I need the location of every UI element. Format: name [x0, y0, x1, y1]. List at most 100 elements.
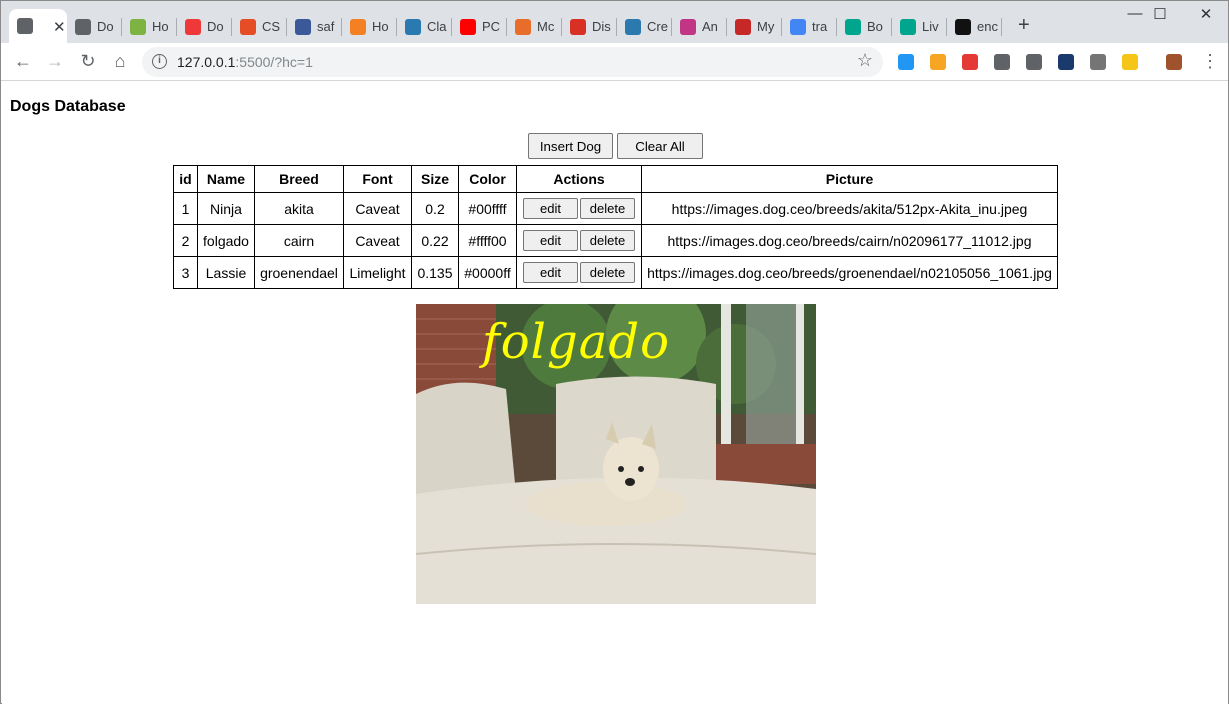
- browser-tab[interactable]: tra: [782, 10, 837, 43]
- extension-icon[interactable]: [1058, 54, 1074, 70]
- browser-tab[interactable]: Liv: [892, 10, 947, 43]
- browser-tab[interactable]: Cre: [617, 10, 672, 43]
- home-icon[interactable]: ⌂: [109, 51, 131, 72]
- extension-icon[interactable]: [1090, 54, 1106, 70]
- bookmark-star-icon[interactable]: ☆: [857, 50, 873, 71]
- browser-tab[interactable]: Ho: [122, 10, 177, 43]
- close-window-button[interactable]: ✕: [1186, 5, 1226, 23]
- browser-tab[interactable]: Do: [177, 10, 232, 43]
- cell-color: #0000ff: [458, 256, 517, 289]
- column-header-id: id: [173, 165, 198, 193]
- delete-button[interactable]: delete: [580, 198, 635, 219]
- cell-id: 2: [173, 224, 198, 257]
- vivaldi-icon: [185, 18, 201, 35]
- page-content: Dogs Database Insert Dog Clear All id Na…: [2, 82, 1228, 704]
- cell-id: 3: [173, 256, 198, 289]
- globe-icon: [17, 18, 33, 34]
- classroom-icon: [625, 18, 641, 35]
- cell-breed: cairn: [254, 224, 344, 257]
- facebook-icon: [295, 18, 311, 35]
- browser-toolbar: ← → ↻ ⌂ i 127.0.0.1:5500/?hc=1 ☆ ⋮: [1, 43, 1228, 81]
- tab-title: Do: [207, 19, 224, 34]
- browser-tab[interactable]: saf: [287, 10, 342, 43]
- hand-icon: [515, 18, 531, 35]
- code-icon: [130, 18, 146, 35]
- delete-button[interactable]: delete: [580, 230, 635, 251]
- maximize-button[interactable]: ☐: [1140, 5, 1180, 23]
- edit-button[interactable]: edit: [523, 230, 578, 251]
- cell-name: Lassie: [197, 256, 255, 289]
- action-buttons: Insert Dog Clear All: [528, 133, 703, 159]
- tab-separator: [1001, 18, 1002, 36]
- browser-tab[interactable]: Do: [67, 10, 122, 43]
- edit-button[interactable]: edit: [523, 262, 578, 283]
- back-icon[interactable]: ←: [12, 51, 34, 72]
- clear-all-button[interactable]: Clear All: [617, 133, 703, 159]
- hex-icon: [845, 18, 861, 35]
- stackoverflow-icon: [350, 18, 366, 35]
- browser-menu-icon[interactable]: ⋮: [1201, 51, 1219, 72]
- tab-title: enc: [977, 19, 998, 34]
- globe-icon: [75, 18, 91, 35]
- browser-tab[interactable]: PC: [452, 10, 507, 43]
- table-row: 3 Lassie groenendael Limelight 0.135 #00…: [173, 256, 1058, 289]
- extension-icon[interactable]: [930, 54, 946, 70]
- column-header-actions: Actions: [516, 165, 642, 193]
- cell-name: folgado: [197, 224, 255, 257]
- extension-icon[interactable]: [1122, 54, 1138, 70]
- cell-color: #00ffff: [458, 192, 517, 225]
- tab-title: saf: [317, 19, 335, 34]
- tab-title: Cla: [427, 19, 447, 34]
- address-bar[interactable]: i 127.0.0.1:5500/?hc=1 ☆: [142, 47, 883, 77]
- browser-tab[interactable]: An: [672, 10, 727, 43]
- html5-icon: [240, 18, 256, 35]
- tab-title: Bo: [867, 19, 883, 34]
- browser-tab[interactable]: My: [727, 10, 782, 43]
- cell-picture: https://images.dog.ceo/breeds/groenendae…: [641, 256, 1058, 289]
- browser-tab[interactable]: CS: [232, 10, 287, 43]
- cell-picture: https://images.dog.ceo/breeds/cairn/n020…: [641, 224, 1058, 257]
- dog-picture: folgado: [416, 304, 816, 604]
- delete-button[interactable]: delete: [580, 262, 635, 283]
- browser-tab[interactable]: Bo: [837, 10, 892, 43]
- column-header-color: Color: [458, 165, 517, 193]
- browser-tab[interactable]: Dis: [562, 10, 617, 43]
- extension-icon[interactable]: [1166, 54, 1182, 70]
- tab-title: Mc: [537, 19, 555, 34]
- browser-window: + — ☐ ✕ ✕ Do Ho Do CS saf Ho Cla PC Mc Dis Cre An My t…: [0, 0, 1229, 704]
- tab-title: Liv: [922, 19, 939, 34]
- insert-dog-button[interactable]: Insert Dog: [528, 133, 613, 159]
- table-row: 2 folgado cairn Caveat 0.22 #ffff00 edit…: [173, 224, 1058, 257]
- browser-tab[interactable]: Mc: [507, 10, 562, 43]
- browser-tab[interactable]: Ho: [342, 10, 397, 43]
- extension-icon[interactable]: [898, 54, 914, 70]
- hex-icon: [900, 18, 916, 35]
- forward-icon[interactable]: →: [44, 51, 66, 72]
- tab-title: tra: [812, 19, 828, 34]
- instagram-icon: [680, 18, 696, 35]
- dots-icon: [735, 18, 751, 35]
- cell-color: #ffff00: [458, 224, 517, 257]
- tab-title: PC: [482, 19, 501, 34]
- new-tab-button[interactable]: +: [1018, 14, 1030, 37]
- browser-tab[interactable]: enc: [947, 10, 1002, 43]
- reload-icon[interactable]: ↻: [77, 51, 99, 72]
- github-icon: [955, 18, 971, 35]
- extension-icon[interactable]: [1026, 54, 1042, 70]
- close-tab-icon[interactable]: ✕: [53, 18, 66, 36]
- info-icon[interactable]: i: [152, 54, 167, 69]
- column-header-size: Size: [411, 165, 459, 193]
- browser-tab[interactable]: Cla: [397, 10, 452, 43]
- cell-size: 0.2: [411, 192, 459, 225]
- edit-button[interactable]: edit: [523, 198, 578, 219]
- tab-title: CS: [262, 19, 281, 34]
- extension-icon[interactable]: [994, 54, 1010, 70]
- classroom-icon: [405, 18, 421, 35]
- column-header-breed: Breed: [254, 165, 344, 193]
- cell-name: Ninja: [197, 192, 255, 225]
- browser-tab[interactable]: ✕: [9, 9, 67, 43]
- cell-picture: https://images.dog.ceo/breeds/akita/512p…: [641, 192, 1058, 225]
- cell-breed: groenendael: [254, 256, 344, 289]
- url-text[interactable]: 127.0.0.1:5500/?hc=1: [177, 54, 313, 70]
- extension-icon[interactable]: [962, 54, 978, 70]
